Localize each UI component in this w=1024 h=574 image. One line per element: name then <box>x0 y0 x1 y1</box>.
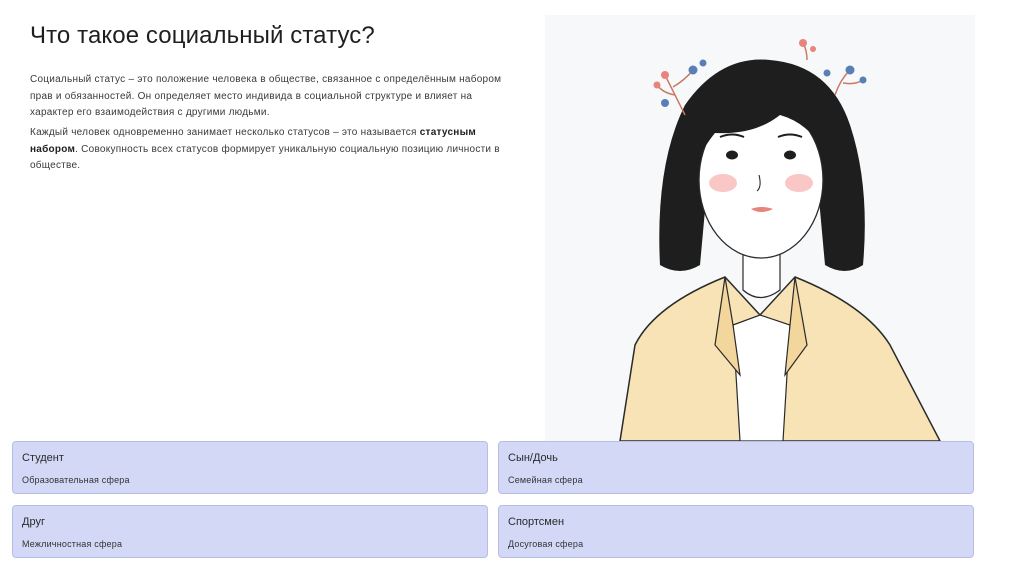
status-card-athlete: Спортсмен Досуговая сфера <box>498 505 974 558</box>
status-card-child: Сын/Дочь Семейная сфера <box>498 441 974 494</box>
status-set-text-start: Каждый человек одновременно занимает нес… <box>30 127 420 138</box>
status-card-title: Студент <box>22 452 64 464</box>
status-card-title: Спортсмен <box>508 516 565 528</box>
status-card-student: Студент Образовательная сфера <box>12 441 488 494</box>
definition-paragraph: Социальный статус – это положение челове… <box>30 74 502 118</box>
girl-illustration <box>545 15 975 441</box>
status-card-subtitle: Семейная сфера <box>508 475 583 485</box>
status-card-title: Друг <box>22 516 45 528</box>
status-card-subtitle: Межличностная сфера <box>22 539 123 549</box>
status-card-title: Сын/Дочь <box>508 452 558 464</box>
status-card-friend: Друг Межличностная сфера <box>12 505 488 558</box>
slide-title: Что такое социальный статус? <box>30 22 375 49</box>
status-card-subtitle: Досуговая сфера <box>508 539 584 549</box>
status-card-subtitle: Образовательная сфера <box>22 475 130 485</box>
status-set-paragraph: Каждый человек одновременно занимает нес… <box>30 125 510 175</box>
status-set-text-end: . Совокупность всех статусов формирует у… <box>30 143 500 172</box>
